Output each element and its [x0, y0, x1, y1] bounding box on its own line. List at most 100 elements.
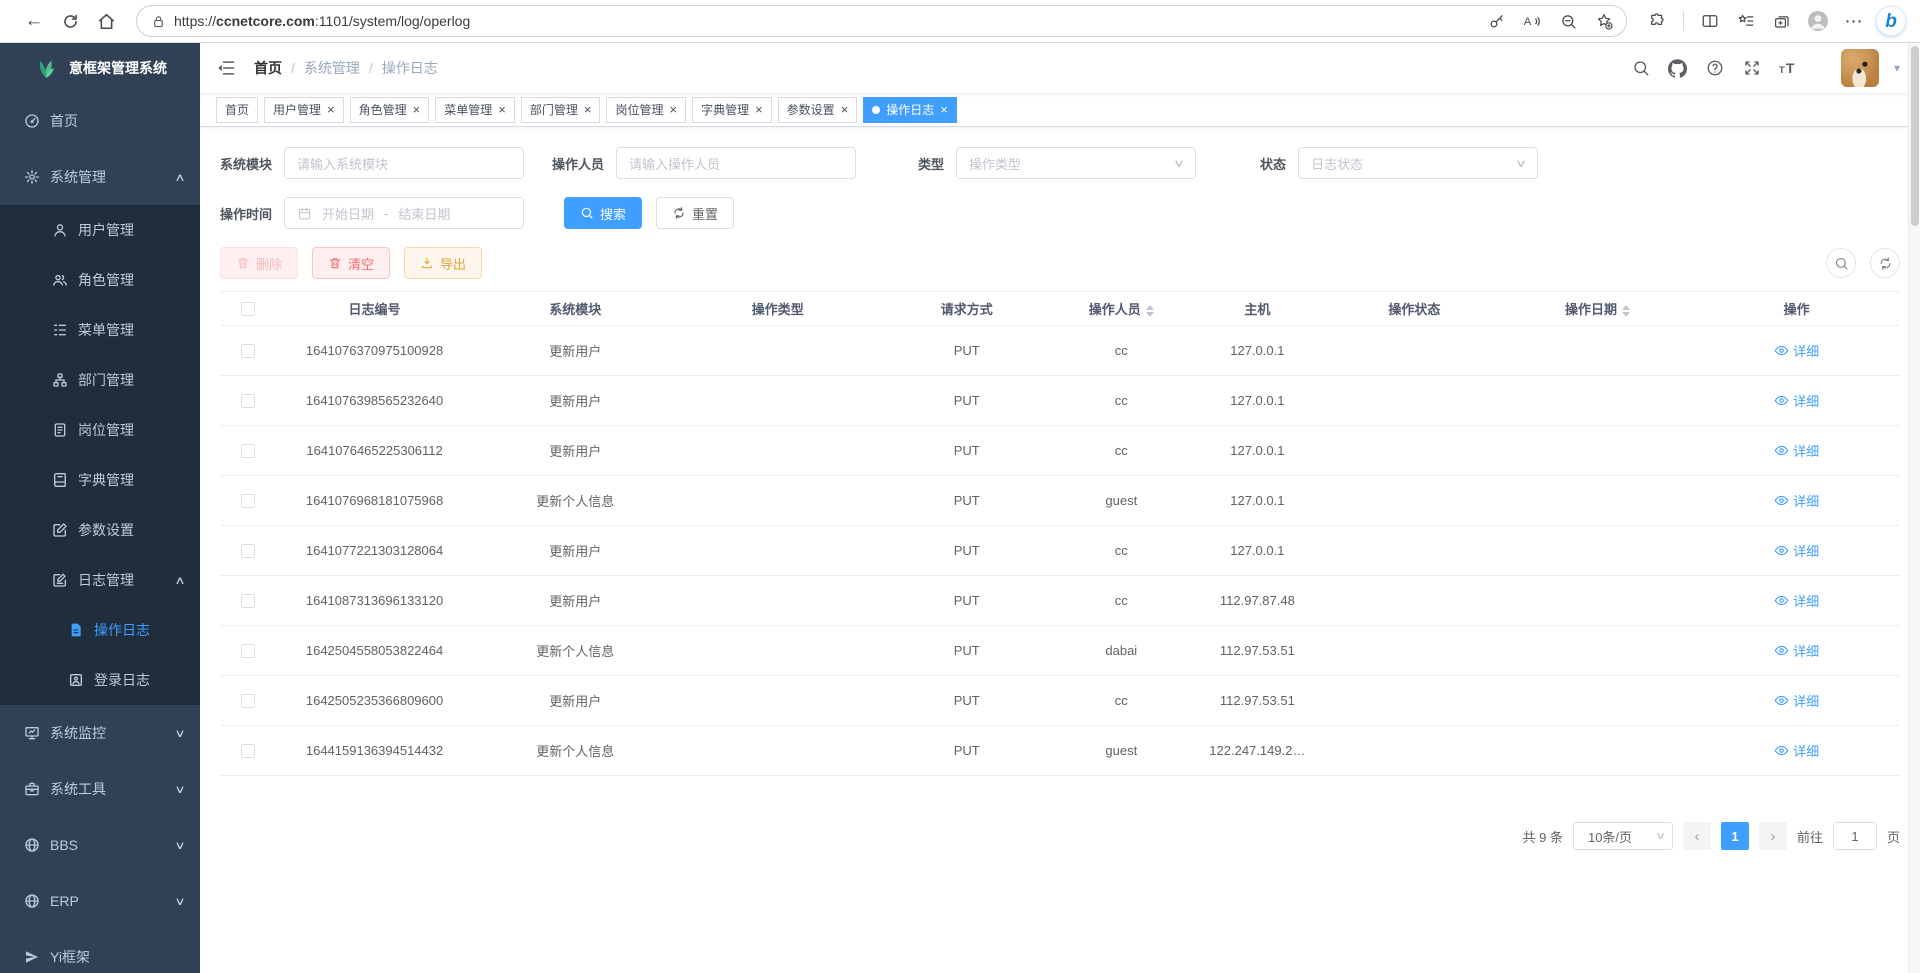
- tab-close-icon[interactable]: ×: [498, 102, 506, 117]
- detail-link[interactable]: 详细: [1774, 491, 1819, 510]
- tab-close-icon[interactable]: ×: [413, 102, 421, 117]
- date-range-input[interactable]: 开始日期 - 结束日期: [284, 197, 524, 229]
- password-key-icon[interactable]: [1484, 9, 1508, 33]
- avatar-caret-icon[interactable]: ▾: [1894, 61, 1900, 75]
- breadcrumb-home[interactable]: 首页: [254, 58, 282, 78]
- row-checkbox[interactable]: [241, 444, 255, 458]
- select-all-checkbox[interactable]: [241, 302, 255, 316]
- tab-字典管理[interactable]: 字典管理×: [692, 97, 772, 123]
- sidebar-item-bbs[interactable]: BBS∨: [0, 817, 200, 873]
- browser-back-icon[interactable]: ←: [20, 7, 48, 35]
- row-checkbox[interactable]: [241, 594, 255, 608]
- row-checkbox[interactable]: [241, 494, 255, 508]
- scrollbar-thumb[interactable]: [1911, 46, 1919, 226]
- tab-close-icon[interactable]: ×: [669, 102, 677, 117]
- sort-carets-icon[interactable]: [1622, 305, 1630, 317]
- detail-link[interactable]: 详细: [1774, 741, 1819, 760]
- sidebar-item-post-mgmt[interactable]: 岗位管理: [0, 405, 200, 455]
- search-button[interactable]: 搜索: [564, 197, 642, 229]
- tab-close-icon[interactable]: ×: [755, 102, 763, 117]
- browser-refresh-icon[interactable]: [56, 7, 84, 35]
- sidebar-item-role-mgmt[interactable]: 角色管理: [0, 255, 200, 305]
- tab-部门管理[interactable]: 部门管理×: [521, 97, 601, 123]
- detail-link[interactable]: 详细: [1774, 441, 1819, 460]
- page-1-button[interactable]: 1: [1721, 822, 1749, 850]
- tab-岗位管理[interactable]: 岗位管理×: [606, 97, 686, 123]
- breadcrumb-system[interactable]: 系统管理: [304, 58, 360, 78]
- sidebar-item-system-monitor[interactable]: 系统监控∨: [0, 705, 200, 761]
- page-size-select[interactable]: 10条/页∨: [1573, 822, 1673, 850]
- show-search-toggle-icon[interactable]: [1826, 248, 1856, 278]
- zoom-out-icon[interactable]: [1556, 9, 1580, 33]
- url-text[interactable]: https://ccnetcore.com:1101/system/log/op…: [174, 13, 1476, 29]
- detail-link[interactable]: 详细: [1774, 541, 1819, 560]
- status-select[interactable]: 日志状态∨: [1298, 147, 1538, 179]
- refresh-table-icon[interactable]: [1870, 248, 1900, 278]
- export-button[interactable]: 导出: [404, 247, 482, 279]
- address-bar[interactable]: https://ccnetcore.com:1101/system/log/op…: [136, 5, 1627, 37]
- split-screen-icon[interactable]: [1696, 7, 1724, 35]
- tab-首页[interactable]: 首页: [216, 97, 258, 123]
- collections-icon[interactable]: [1768, 7, 1796, 35]
- delete-button[interactable]: 删除: [220, 247, 298, 279]
- favorite-add-icon[interactable]: [1592, 9, 1616, 33]
- browser-more-icon[interactable]: ⋯: [1840, 7, 1868, 35]
- page-scrollbar[interactable]: [1908, 43, 1920, 973]
- sidebar-item-yi-framework[interactable]: Yi框架: [0, 929, 200, 973]
- sidebar-item-login-log[interactable]: 登录日志: [0, 655, 200, 705]
- sidebar-item-home[interactable]: 首页: [0, 93, 200, 149]
- column-header-operator[interactable]: 操作人员: [1055, 292, 1188, 326]
- sidebar-item-system-mgmt[interactable]: 系统管理∧: [0, 149, 200, 205]
- favorites-bar-icon[interactable]: [1732, 7, 1760, 35]
- github-icon[interactable]: [1665, 55, 1691, 81]
- bing-chat-icon[interactable]: b: [1876, 6, 1906, 36]
- module-input[interactable]: 请输入系统模块: [284, 147, 524, 179]
- sidebar-item-system-tools[interactable]: 系统工具∨: [0, 761, 200, 817]
- detail-link[interactable]: 详细: [1774, 341, 1819, 360]
- next-page-button[interactable]: ›: [1759, 822, 1787, 850]
- reset-button[interactable]: 重置: [656, 197, 734, 229]
- tab-参数设置[interactable]: 参数设置×: [778, 97, 858, 123]
- sidebar-item-dept-mgmt[interactable]: 部门管理: [0, 355, 200, 405]
- sidebar-item-menu-mgmt[interactable]: 菜单管理: [0, 305, 200, 355]
- sort-carets-icon[interactable]: [1146, 305, 1154, 317]
- sidebar-item-param-settings[interactable]: 参数设置: [0, 505, 200, 555]
- browser-profile-icon[interactable]: [1804, 7, 1832, 35]
- row-checkbox[interactable]: [241, 544, 255, 558]
- row-checkbox[interactable]: [241, 694, 255, 708]
- prev-page-button[interactable]: ‹: [1683, 822, 1711, 850]
- browser-home-icon[interactable]: [92, 7, 120, 35]
- row-checkbox[interactable]: [241, 344, 255, 358]
- help-icon[interactable]: [1702, 55, 1728, 81]
- row-checkbox[interactable]: [241, 644, 255, 658]
- sidebar-item-log-mgmt[interactable]: 日志管理∧: [0, 555, 200, 605]
- clear-button[interactable]: 清空: [312, 247, 390, 279]
- goto-page-input[interactable]: 1: [1833, 822, 1877, 850]
- tab-close-icon[interactable]: ×: [940, 102, 948, 117]
- tab-close-icon[interactable]: ×: [584, 102, 592, 117]
- column-header-date[interactable]: 操作日期: [1502, 292, 1694, 326]
- tab-close-icon[interactable]: ×: [327, 102, 335, 117]
- user-avatar[interactable]: [1841, 49, 1879, 87]
- font-size-icon[interactable]: TT: [1776, 55, 1802, 81]
- type-select[interactable]: 操作类型∨: [956, 147, 1196, 179]
- row-checkbox[interactable]: [241, 394, 255, 408]
- sidebar-fold-icon[interactable]: [216, 58, 236, 78]
- row-checkbox[interactable]: [241, 744, 255, 758]
- read-aloud-icon[interactable]: A: [1520, 9, 1544, 33]
- tab-用户管理[interactable]: 用户管理×: [264, 97, 344, 123]
- operator-input[interactable]: 请输入操作人员: [616, 147, 856, 179]
- extensions-icon[interactable]: [1643, 7, 1671, 35]
- detail-link[interactable]: 详细: [1774, 391, 1819, 410]
- fullscreen-icon[interactable]: [1739, 55, 1765, 81]
- sidebar-item-oper-log[interactable]: 操作日志: [0, 605, 200, 655]
- tab-角色管理[interactable]: 角色管理×: [350, 97, 430, 123]
- sidebar-item-user-mgmt[interactable]: 用户管理: [0, 205, 200, 255]
- header-search-icon[interactable]: [1628, 55, 1654, 81]
- detail-link[interactable]: 详细: [1774, 691, 1819, 710]
- detail-link[interactable]: 详细: [1774, 591, 1819, 610]
- tab-菜单管理[interactable]: 菜单管理×: [435, 97, 515, 123]
- detail-link[interactable]: 详细: [1774, 641, 1819, 660]
- sidebar-item-erp[interactable]: ERP∨: [0, 873, 200, 929]
- sidebar-item-dict-mgmt[interactable]: 字典管理: [0, 455, 200, 505]
